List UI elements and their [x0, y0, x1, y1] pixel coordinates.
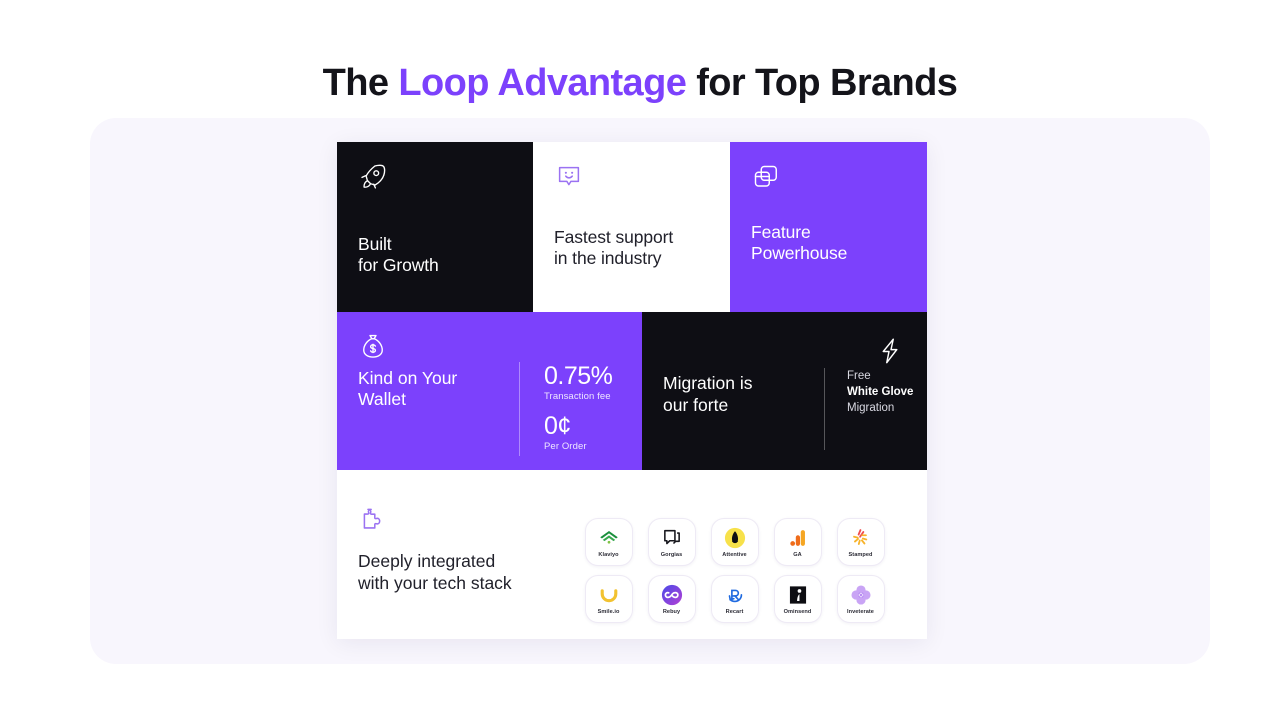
integration-logo-grid: Klaviyo Gorgias Attentive GA Stamped Smi…	[577, 518, 892, 632]
note-line-2: White Glove	[847, 386, 914, 398]
integration-name: Stamped	[848, 551, 873, 558]
card-deeply-integrated[interactable]: Deeply integrated with your tech stack K…	[337, 470, 927, 639]
integration-tile-gorgias[interactable]: Gorgias	[647, 518, 696, 566]
gorgias-logo	[661, 527, 683, 549]
card-title: Deeply integrated with your tech stack	[358, 551, 512, 593]
ominsend-logo	[787, 584, 809, 606]
integration-name: Smile.io	[597, 608, 620, 615]
stat-value: 0.75%	[544, 362, 613, 390]
integration-name: Gorgias	[660, 551, 683, 558]
stamped-logo	[850, 527, 872, 549]
rocket-icon	[358, 162, 388, 192]
integration-tile-klaviyo[interactable]: Klaviyo	[584, 518, 633, 566]
card-fastest-support[interactable]: Fastest support in the industry	[533, 142, 730, 312]
card-row-bottom: Deeply integrated with your tech stack K…	[337, 470, 927, 639]
card-built-for-growth[interactable]: Built for Growth	[337, 142, 533, 312]
integration-name: Inveterate	[847, 608, 874, 615]
klaviyo-logo	[598, 527, 620, 549]
title-part-before: The	[322, 62, 399, 104]
note-line-3: Migration	[847, 402, 895, 414]
integration-tile-inveterate[interactable]: Inveterate	[836, 575, 885, 623]
recart-logo	[724, 584, 746, 606]
lightning-bolt-icon	[875, 336, 905, 366]
migration-note: Free White Glove Migration	[824, 368, 913, 450]
integration-tile-attentive[interactable]: Attentive	[710, 518, 759, 566]
card-row-middle: Kind on Your Wallet 0.75% Transaction fe…	[337, 312, 927, 470]
inveterate-logo	[850, 584, 872, 606]
card-title: Migration is our forte	[663, 373, 753, 415]
page-root: The Loop Advantage for Top Brands Built …	[0, 0, 1280, 720]
integration-name: GA	[793, 551, 802, 558]
stat-label: Transaction fee	[544, 391, 611, 402]
note-line-1: Free	[847, 370, 871, 382]
card-row-top: Built for Growth Fastest support in the …	[337, 142, 927, 312]
integration-tile-recart[interactable]: Recart	[710, 575, 759, 623]
stat-label: Per Order	[544, 441, 587, 452]
integration-name: Recart	[725, 608, 744, 615]
integration-tile-ga[interactable]: GA	[773, 518, 822, 566]
smileio-logo	[598, 584, 620, 606]
card-title: Feature Powerhouse	[751, 222, 848, 263]
card-migration-is-our-forte[interactable]: Migration is our forte Free White Glove …	[642, 312, 927, 470]
integration-tile-ominsend[interactable]: Ominsend	[773, 575, 822, 623]
puzzle-piece-icon	[358, 506, 388, 536]
integration-name: Klaviyo	[598, 551, 619, 558]
card-feature-powerhouse[interactable]: Feature Powerhouse	[730, 142, 927, 312]
integration-tile-rebuy[interactable]: Rebuy	[647, 575, 696, 623]
card-title: Fastest support in the industry	[554, 227, 674, 268]
attentive-logo	[724, 527, 746, 549]
feature-card-grid: Built for Growth Fastest support in the …	[337, 142, 927, 639]
stacked-windows-icon	[751, 162, 781, 192]
integration-tile-stamped[interactable]: Stamped	[836, 518, 885, 566]
card-title: Built for Growth	[358, 234, 439, 275]
integration-tile-smileio[interactable]: Smile.io	[584, 575, 633, 623]
money-bag-icon	[358, 332, 388, 362]
wallet-stats: 0.75% Transaction fee 0¢ Per Order	[519, 362, 613, 456]
rebuy-logo	[661, 584, 683, 606]
card-kind-on-your-wallet[interactable]: Kind on Your Wallet 0.75% Transaction fe…	[337, 312, 642, 470]
card-title: Kind on Your Wallet	[358, 368, 458, 409]
ga-logo	[787, 527, 809, 549]
integration-name: Attentive	[722, 551, 747, 558]
page-title: The Loop Advantage for Top Brands	[0, 62, 1280, 105]
chat-smiley-icon	[554, 162, 584, 192]
title-part-after: for Top Brands	[686, 62, 958, 104]
stat-value: 0¢	[544, 412, 571, 440]
integration-name: Rebuy	[662, 608, 681, 615]
integration-name: Ominsend	[783, 608, 812, 615]
title-accent: Loop Advantage	[398, 62, 687, 104]
